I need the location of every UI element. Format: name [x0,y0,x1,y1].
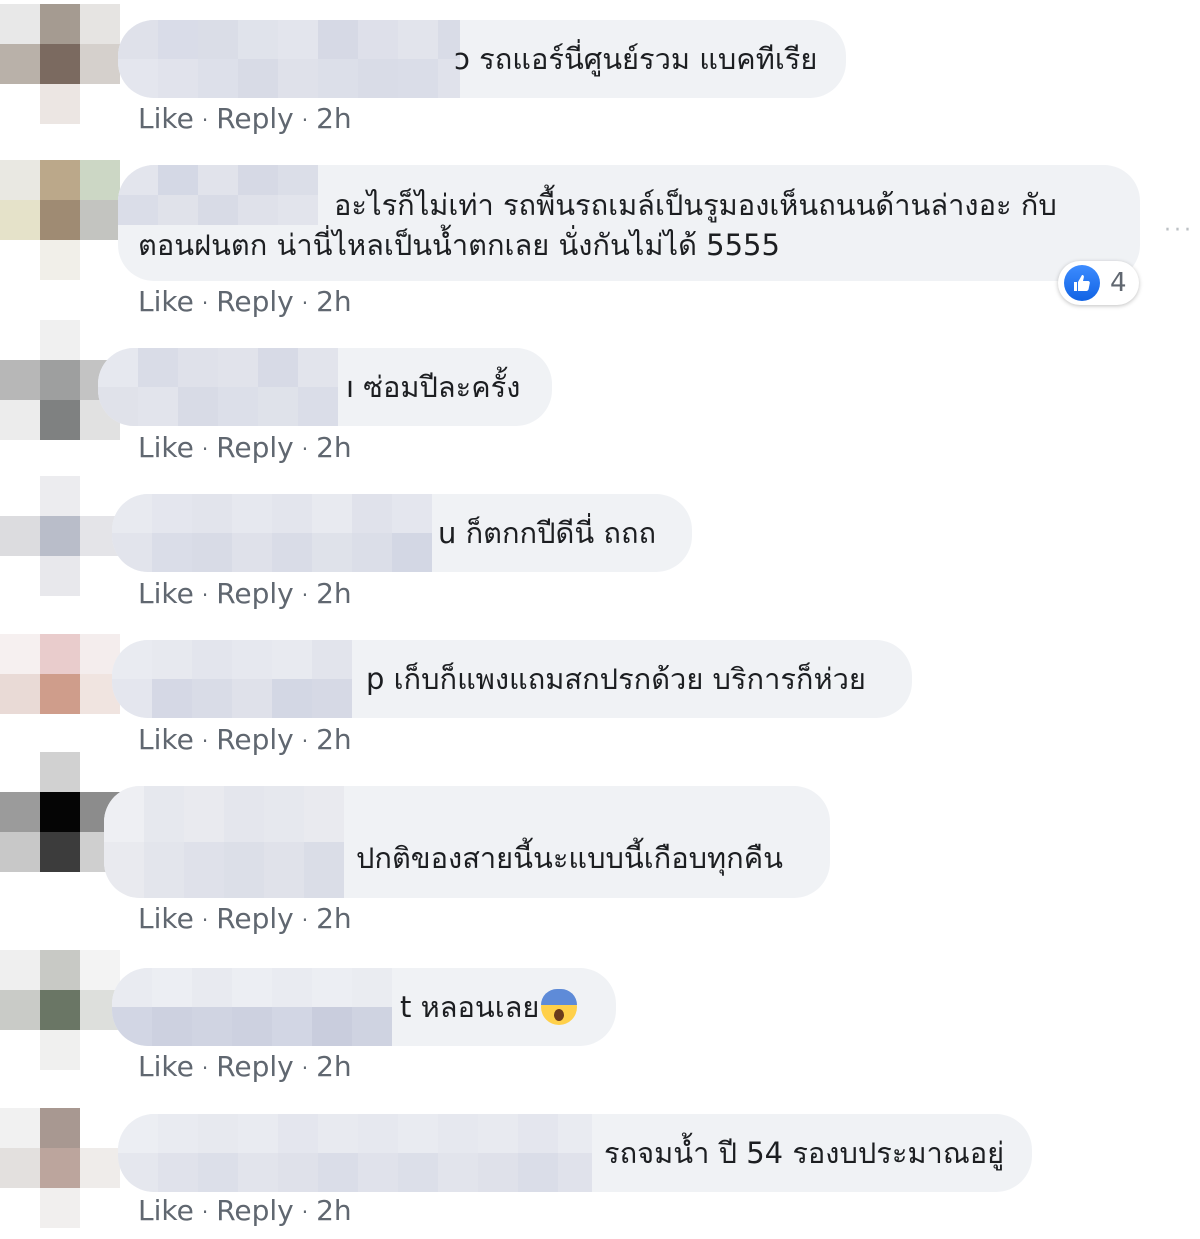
like-link[interactable]: Like [138,1194,194,1227]
separator: · [201,291,209,315]
like-link[interactable]: Like [138,1050,194,1083]
separator: · [301,1056,309,1080]
commenter-name-blurred[interactable] [112,968,402,1046]
avatar[interactable] [0,1108,120,1228]
separator: · [301,583,309,607]
like-link[interactable]: Like [138,285,194,318]
separator: · [201,1200,209,1224]
comment-actions: Like · Reply · 2h [138,577,352,610]
timestamp[interactable]: 2h [316,902,352,935]
reply-link[interactable]: Reply [216,577,294,610]
comment-text-line-2: ตอนฝนตก น่านี่ไหลเป็นน้ำตกเลย นั่งกันไม่… [138,228,780,262]
separator: · [301,108,309,132]
timestamp[interactable]: 2h [316,102,352,135]
reaction-summary[interactable]: 4 [1058,261,1139,305]
separator: · [301,1200,309,1224]
timestamp[interactable]: 2h [316,723,352,756]
avatar[interactable] [0,160,120,280]
comment-bubble: u ก็ตกกปีดีนี่ ถถถ [112,494,692,572]
comment-text: ปกติของสายนี้นะแบบนี้เกือบทุกคืน [356,841,783,875]
timestamp[interactable]: 2h [316,577,352,610]
face-screaming-in-fear-emoji [541,989,578,1025]
comment-text-line-1: อะไรก็ไม่เท่า รถพื้นรถเมล์เป็นรูมองเห็นถ… [334,188,1057,222]
comment-text: p เก็บก็แพงแถมสกปรกด้วย บริการก็ห่วย [366,662,866,696]
comment-text: รถจมน้ำ ปี 54 รองบประมาณอยู่ [604,1136,1005,1170]
separator: · [201,729,209,753]
commenter-name-blurred[interactable] [118,1114,592,1192]
separator: · [201,108,209,132]
timestamp[interactable]: 2h [316,1194,352,1227]
timestamp[interactable]: 2h [316,285,352,318]
avatar[interactable] [0,476,120,596]
timestamp[interactable]: 2h [316,431,352,464]
separator: · [301,908,309,932]
like-icon [1064,265,1100,301]
like-link[interactable]: Like [138,102,194,135]
comment-text: u ก็ตกกปีดีนี่ ถถถ [438,516,657,550]
separator: · [201,908,209,932]
separator: · [201,437,209,461]
commenter-name-blurred[interactable] [104,786,348,898]
reaction-count: 4 [1110,268,1127,298]
comment-bubble: อะไรก็ไม่เท่า รถพื้นรถเมล์เป็นรูมองเห็นถ… [118,165,1140,281]
comment-bubble: ɔ รถแอร์นี่ศูนย์รวม แบคทีเรีย [118,20,846,98]
comment-bubble: t หลอนเลย [112,968,616,1046]
comment-text: t หลอนเลย [400,987,578,1027]
commenter-name-blurred[interactable] [112,494,440,572]
separator: · [201,583,209,607]
avatar[interactable] [0,752,120,872]
comment-actions: Like · Reply · 2h [138,285,352,318]
timestamp[interactable]: 2h [316,1050,352,1083]
separator: · [301,291,309,315]
comment-actions: Like · Reply · 2h [138,902,352,935]
reply-link[interactable]: Reply [216,285,294,318]
reply-link[interactable]: Reply [216,1050,294,1083]
comment-text: ɔ รถแอร์นี่ศูนย์รวม แบคทีเรีย [454,42,818,76]
comment-actions: Like · Reply · 2h [138,1194,352,1227]
comment-actions: Like · Reply · 2h [138,102,352,135]
separator: · [301,437,309,461]
separator: · [201,1056,209,1080]
like-link[interactable]: Like [138,723,194,756]
reply-link[interactable]: Reply [216,723,294,756]
commenter-name-blurred[interactable] [98,348,348,426]
more-options-icon[interactable]: ··· [1164,218,1194,243]
comment-actions: Like · Reply · 2h [138,723,352,756]
commenter-name-blurred[interactable] [118,165,334,225]
separator: · [301,729,309,753]
like-link[interactable]: Like [138,431,194,464]
commenter-name-blurred[interactable] [118,20,460,98]
avatar[interactable] [0,4,120,124]
reply-link[interactable]: Reply [216,102,294,135]
comment-text: ı ซ่อมปีละครั้ง [346,370,521,404]
comment-bubble: ปกติของสายนี้นะแบบนี้เกือบทุกคืน [104,786,830,898]
reply-link[interactable]: Reply [216,1194,294,1227]
comment-actions: Like · Reply · 2h [138,431,352,464]
like-link[interactable]: Like [138,902,194,935]
reply-link[interactable]: Reply [216,431,294,464]
avatar[interactable] [0,634,120,754]
avatar[interactable] [0,950,120,1070]
comment-actions: Like · Reply · 2h [138,1050,352,1083]
like-link[interactable]: Like [138,577,194,610]
reply-link[interactable]: Reply [216,902,294,935]
comment-bubble: p เก็บก็แพงแถมสกปรกด้วย บริการก็ห่วย [112,640,912,718]
comment-bubble: รถจมน้ำ ปี 54 รองบประมาณอยู่ [118,1114,1032,1192]
commenter-name-blurred[interactable] [112,640,364,718]
comment-bubble: ı ซ่อมปีละครั้ง [98,348,552,426]
